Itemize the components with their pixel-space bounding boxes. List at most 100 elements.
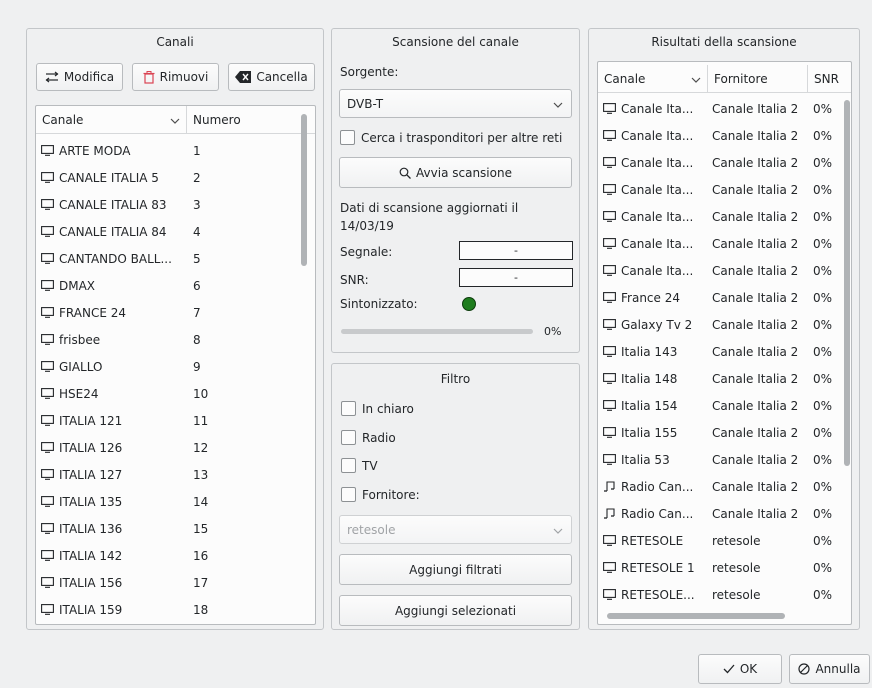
chevron-down-icon xyxy=(691,65,701,93)
filter-panel: Filtro In chiaro Radio TV Fornitore: ret… xyxy=(331,363,580,630)
remove-button[interactable]: Rimuovi xyxy=(132,63,219,91)
add-filtered-button[interactable]: Aggiungi filtrati xyxy=(339,554,572,585)
list-item[interactable]: ITALIA 135 14 xyxy=(36,488,315,515)
search-transponders-checkbox[interactable]: Cerca i trasponditori per altre reti xyxy=(340,130,562,145)
result-snr: 0% xyxy=(813,263,833,278)
table-row[interactable]: Canale Ita... Canale Italia 2 0% xyxy=(598,122,851,149)
table-row[interactable]: Canale Ita... Canale Italia 2 0% xyxy=(598,95,851,122)
table-row[interactable]: Galaxy Tv 2 Canale Italia 2 0% xyxy=(598,311,851,338)
provider-select[interactable]: retesole xyxy=(339,515,572,544)
table-row[interactable]: RETESOLE retesole 0% xyxy=(598,527,851,554)
list-item[interactable]: ITALIA 159 18 xyxy=(36,596,315,623)
edit-button[interactable]: Modifica xyxy=(36,63,123,91)
provider-checkbox[interactable]: Fornitore: xyxy=(341,487,420,502)
channels-scrollbar[interactable] xyxy=(301,114,307,266)
list-item[interactable]: CANALE ITALIA 5 2 xyxy=(36,164,315,191)
list-item[interactable]: HSE24 10 xyxy=(36,380,315,407)
result-channel-name: Canale Ita... xyxy=(621,128,694,143)
scan-info-line1: Dati di scansione aggiornati il xyxy=(340,201,519,215)
channel-name: ITALIA 127 xyxy=(59,467,123,482)
clear-button[interactable]: Cancella xyxy=(228,63,315,91)
tv-icon xyxy=(603,373,621,384)
list-item[interactable]: CANTANDO BALL... 5 xyxy=(36,245,315,272)
list-item[interactable]: DMAX 6 xyxy=(36,272,315,299)
result-snr: 0% xyxy=(813,290,833,305)
table-row[interactable]: Canale Ita... Canale Italia 2 0% xyxy=(598,203,851,230)
table-row[interactable]: Italia 155 Canale Italia 2 0% xyxy=(598,419,851,446)
cancel-button[interactable]: Annulla xyxy=(789,654,870,684)
list-item[interactable]: ITALIA 127 13 xyxy=(36,461,315,488)
tv-icon xyxy=(41,442,59,453)
radio-checkbox[interactable]: Radio xyxy=(341,430,396,445)
snr-value: - xyxy=(459,268,573,287)
channel-number: 9 xyxy=(193,359,201,374)
list-item[interactable]: CANALE ITALIA 83 3 xyxy=(36,191,315,218)
result-channel-name: Canale Ita... xyxy=(621,101,694,116)
channel-number: 16 xyxy=(193,548,209,563)
column-header-provider[interactable]: Fornitore xyxy=(708,65,808,93)
tv-icon xyxy=(41,550,59,561)
table-row[interactable]: Canale Ita... Canale Italia 2 0% xyxy=(598,257,851,284)
tv-icon xyxy=(41,172,59,183)
channel-number: 10 xyxy=(193,386,209,401)
results-horizontal-scrollbar[interactable] xyxy=(607,613,785,619)
table-row[interactable]: Italia 154 Canale Italia 2 0% xyxy=(598,392,851,419)
table-row[interactable]: Italia 143 Canale Italia 2 0% xyxy=(598,338,851,365)
result-snr: 0% xyxy=(813,182,833,197)
checkbox-box[interactable] xyxy=(340,130,355,145)
channel-name: frisbee xyxy=(59,332,101,347)
results-list[interactable]: Canale Fornitore SNR Canale Ita... Canale… xyxy=(597,61,852,625)
chevron-down-icon xyxy=(170,106,180,134)
channel-number: 7 xyxy=(193,305,201,320)
results-vertical-scrollbar[interactable] xyxy=(844,100,850,466)
source-select[interactable]: DVB-T xyxy=(339,89,572,118)
result-snr: 0% xyxy=(813,128,833,143)
edit-button-label: Modifica xyxy=(63,70,115,84)
result-channel-name: France 24 xyxy=(621,290,680,305)
result-channel-name: Canale Ita... xyxy=(621,263,694,278)
result-snr: 0% xyxy=(813,317,833,332)
result-provider: retesole xyxy=(712,587,761,602)
start-scan-button[interactable]: Avvia scansione xyxy=(339,157,572,188)
list-item[interactable]: ITALIA 142 16 xyxy=(36,542,315,569)
channel-number: 5 xyxy=(193,251,201,266)
table-row[interactable]: Radio Can... Canale Italia 2 0% xyxy=(598,500,851,527)
list-item[interactable]: ARTE MODA 1 xyxy=(36,137,315,164)
signal-label: Segnale: xyxy=(340,245,393,259)
list-item[interactable]: ITALIA 126 12 xyxy=(36,434,315,461)
tv-icon xyxy=(603,103,621,114)
list-item[interactable]: CANALE ITALIA 84 4 xyxy=(36,218,315,245)
list-item[interactable]: ITALIA 136 15 xyxy=(36,515,315,542)
table-row[interactable]: Italia 148 Canale Italia 2 0% xyxy=(598,365,851,392)
table-row[interactable]: France 24 Canale Italia 2 0% xyxy=(598,284,851,311)
channel-number: 8 xyxy=(193,332,201,347)
tv-checkbox[interactable]: TV xyxy=(341,458,378,473)
tv-icon xyxy=(41,280,59,291)
column-header-number[interactable]: Numero xyxy=(187,106,299,134)
free-checkbox[interactable]: In chiaro xyxy=(341,401,414,416)
table-row[interactable]: RETESOLE 1 retesole 0% xyxy=(598,554,851,581)
table-row[interactable]: Canale Ita... Canale Italia 2 0% xyxy=(598,149,851,176)
list-item[interactable]: FRANCE 24 7 xyxy=(36,299,315,326)
list-item[interactable]: GIALLO 9 xyxy=(36,353,315,380)
table-row[interactable]: Italia 53 Canale Italia 2 0% xyxy=(598,446,851,473)
table-row[interactable]: RETESOLE... retesole 0% xyxy=(598,581,851,608)
add-selected-button[interactable]: Aggiungi selezionati xyxy=(339,595,572,626)
channels-list[interactable]: Canale Numero ARTE MODA 1 CANALE ITALIA 5 2… xyxy=(35,105,316,625)
results-list-header: Canale Fornitore SNR xyxy=(598,65,851,93)
table-row[interactable]: Canale Ita... Canale Italia 2 0% xyxy=(598,176,851,203)
column-header-channel[interactable]: Canale xyxy=(36,106,187,134)
table-row[interactable]: Radio Can... Canale Italia 2 0% xyxy=(598,473,851,500)
channel-number: 18 xyxy=(193,602,209,617)
tv-icon xyxy=(41,253,59,264)
scan-info-line2: 14/03/19 xyxy=(340,219,394,233)
results-panel-title: Risultati della scansione xyxy=(651,35,797,49)
column-header-channel[interactable]: Canale xyxy=(598,65,708,93)
tv-icon xyxy=(603,400,621,411)
column-header-snr[interactable]: SNR xyxy=(808,65,844,93)
ok-button[interactable]: OK xyxy=(698,654,782,684)
table-row[interactable]: Canale Ita... Canale Italia 2 0% xyxy=(598,230,851,257)
list-item[interactable]: ITALIA 121 11 xyxy=(36,407,315,434)
list-item[interactable]: frisbee 8 xyxy=(36,326,315,353)
list-item[interactable]: ITALIA 156 17 xyxy=(36,569,315,596)
